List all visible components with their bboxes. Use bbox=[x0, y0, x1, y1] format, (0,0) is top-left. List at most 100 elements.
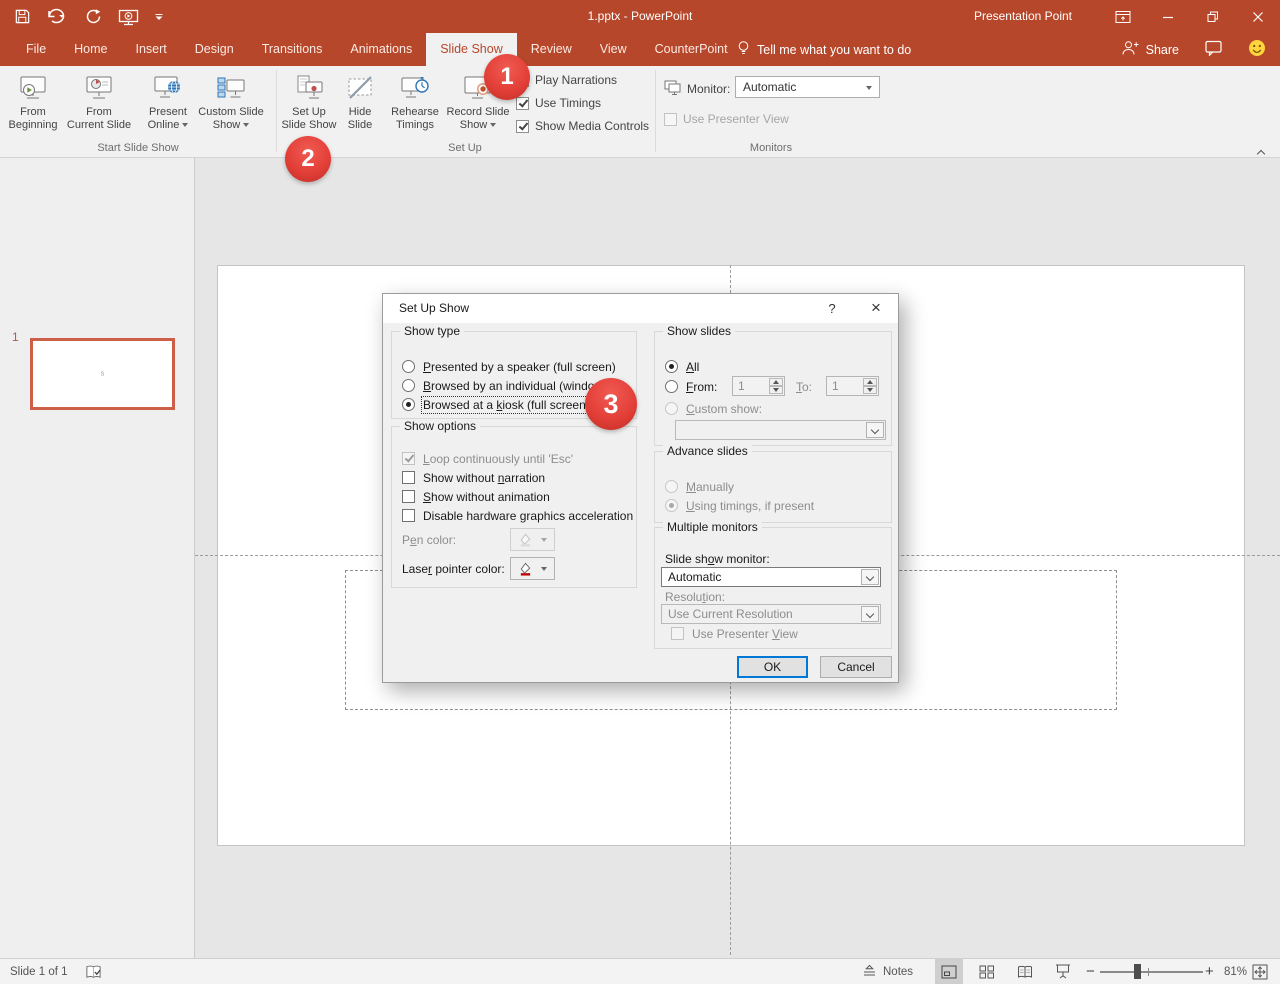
radio-label: Using timings, if present bbox=[686, 499, 814, 513]
restore-icon[interactable] bbox=[1190, 0, 1235, 33]
tab-home[interactable]: Home bbox=[60, 33, 121, 66]
checkbox-icon bbox=[402, 471, 415, 484]
dropdown-value: Use Current Resolution bbox=[668, 607, 793, 621]
tab-review[interactable]: Review bbox=[517, 33, 586, 66]
radio-icon bbox=[665, 402, 678, 415]
notes-label: Notes bbox=[883, 966, 913, 978]
slide-thumbnail[interactable]: s bbox=[30, 338, 175, 410]
present-online-button[interactable]: Present Online bbox=[140, 70, 196, 150]
hide-slide-icon bbox=[339, 70, 381, 106]
play-narrations-checkbox[interactable]: Play Narrations bbox=[516, 72, 617, 88]
zoom-in-button[interactable]: + bbox=[1205, 959, 1214, 984]
show-media-controls-checkbox[interactable]: Show Media Controls bbox=[516, 118, 649, 134]
set-up-show-dialog: Set Up Show ? × Show type Presented by a… bbox=[382, 293, 899, 683]
tab-file[interactable]: File bbox=[12, 33, 60, 66]
tab-transitions[interactable]: Transitions bbox=[248, 33, 337, 66]
share-button[interactable]: Share bbox=[1121, 40, 1179, 59]
radio-from-slides[interactable]: From: bbox=[665, 378, 717, 395]
slide-show-monitor-dropdown[interactable]: Automatic bbox=[661, 567, 881, 587]
save-icon[interactable] bbox=[14, 8, 31, 25]
tab-insert[interactable]: Insert bbox=[122, 33, 181, 66]
use-presenter-view-dialog-checkbox: Use Presenter View bbox=[671, 625, 798, 642]
normal-view-icon bbox=[941, 965, 957, 979]
button-label: Current Slide bbox=[60, 119, 138, 132]
hide-slide-button[interactable]: Hide Slide bbox=[339, 70, 381, 150]
annotation-step-1: 1 bbox=[484, 54, 530, 100]
cancel-button[interactable]: Cancel bbox=[820, 656, 892, 678]
tell-me-box[interactable]: Tell me what you want to do bbox=[737, 33, 911, 66]
radio-label: Browsed at a kiosk (full screen) bbox=[423, 398, 590, 412]
checkbox-label: Disable hardware graphics acceleration bbox=[423, 509, 633, 523]
radio-label: Custom show: bbox=[686, 402, 762, 416]
ok-button[interactable]: OK bbox=[737, 656, 808, 678]
spellcheck-icon[interactable] bbox=[85, 959, 102, 984]
checkbox-label: Use Presenter View bbox=[692, 627, 798, 641]
from-beginning-button[interactable]: From Beginning bbox=[6, 70, 60, 150]
smiley-feedback-icon[interactable] bbox=[1248, 39, 1266, 60]
reading-view-icon bbox=[1017, 965, 1033, 979]
tell-me-label: Tell me what you want to do bbox=[757, 43, 911, 57]
tab-view[interactable]: View bbox=[586, 33, 641, 66]
chevron-down-icon bbox=[871, 426, 879, 434]
group-divider bbox=[655, 70, 656, 152]
custom-slide-show-button[interactable]: Custom Slide Show bbox=[196, 70, 266, 150]
monitor-dropdown[interactable]: Automatic bbox=[735, 76, 880, 98]
button-label: Show bbox=[443, 119, 513, 132]
thumbnail-text: s bbox=[101, 371, 105, 378]
tab-animations[interactable]: Animations bbox=[336, 33, 426, 66]
show-without-narration-checkbox[interactable]: Show without narration bbox=[402, 469, 545, 486]
comments-icon[interactable] bbox=[1205, 40, 1222, 59]
checkbox-box bbox=[516, 97, 529, 110]
fit-slide-to-window-button[interactable] bbox=[1252, 959, 1268, 984]
tab-counterpoint[interactable]: CounterPoint bbox=[641, 33, 742, 66]
dialog-close-icon[interactable]: × bbox=[853, 294, 899, 323]
monitor-icon bbox=[664, 79, 682, 99]
normal-view-button[interactable] bbox=[935, 959, 963, 984]
slide-show-view-button[interactable] bbox=[1049, 959, 1077, 984]
button-label: Custom Slide bbox=[196, 106, 266, 119]
spinner-value: 1 bbox=[738, 379, 745, 393]
from-slide-spinner: 1 bbox=[732, 376, 785, 396]
laser-pointer-color-dropdown[interactable] bbox=[510, 557, 555, 580]
to-slide-spinner: 1 bbox=[826, 376, 879, 396]
redo-icon[interactable] bbox=[85, 8, 103, 25]
minimize-icon[interactable] bbox=[1145, 0, 1190, 33]
use-timings-checkbox[interactable]: Use Timings bbox=[516, 95, 601, 111]
dialog-title-bar[interactable]: Set Up Show ? × bbox=[383, 294, 898, 323]
radio-all-slides[interactable]: All bbox=[665, 358, 699, 375]
reading-view-button[interactable] bbox=[1011, 959, 1039, 984]
radio-browsed-at-kiosk[interactable]: Browsed at a kiosk (full screen) bbox=[402, 396, 590, 413]
dropdown-caret-icon bbox=[182, 123, 188, 127]
undo-icon[interactable] bbox=[46, 8, 70, 25]
close-icon[interactable] bbox=[1235, 0, 1280, 33]
ribbon-display-options-icon[interactable] bbox=[1100, 0, 1145, 33]
from-current-slide-button[interactable]: From Current Slide bbox=[60, 70, 138, 150]
account-name[interactable]: Presentation Point bbox=[974, 0, 1072, 33]
collapse-ribbon-icon[interactable] bbox=[1258, 144, 1264, 162]
spinner-buttons bbox=[769, 378, 783, 394]
radio-label: All bbox=[686, 360, 699, 374]
zoom-out-button[interactable]: − bbox=[1086, 959, 1095, 984]
radio-browsed-by-individual[interactable]: Browsed by an individual (window) bbox=[402, 377, 607, 394]
show-without-animation-checkbox[interactable]: Show without animation bbox=[402, 488, 550, 505]
zoom-slider-thumb[interactable] bbox=[1134, 964, 1141, 979]
dropdown-caret-icon bbox=[490, 123, 496, 127]
notes-toggle[interactable]: Notes bbox=[862, 959, 913, 984]
slide-sorter-icon bbox=[979, 965, 995, 979]
rehearse-timings-button[interactable]: Rehearse Timings bbox=[385, 70, 445, 150]
zoom-percentage[interactable]: 81% bbox=[1224, 959, 1247, 984]
customize-qat-icon[interactable] bbox=[154, 12, 164, 22]
multiple-monitors-group: Multiple monitors Slide show monitor: Au… bbox=[654, 527, 892, 649]
slide-sorter-view-button[interactable] bbox=[973, 959, 1001, 984]
tab-design[interactable]: Design bbox=[181, 33, 248, 66]
button-label: Online bbox=[140, 119, 196, 132]
start-from-beginning-icon[interactable] bbox=[118, 8, 139, 26]
radio-presented-by-speaker[interactable]: Presented by a speaker (full screen) bbox=[402, 358, 616, 375]
show-options-group: Show options Loop continuously until 'Es… bbox=[391, 426, 637, 588]
fit-to-window-icon bbox=[1252, 964, 1268, 980]
window-controls bbox=[1100, 0, 1280, 33]
dialog-help-icon[interactable]: ? bbox=[816, 294, 848, 323]
disable-hardware-acceleration-checkbox[interactable]: Disable hardware graphics acceleration bbox=[402, 507, 633, 524]
rehearse-timings-icon bbox=[385, 70, 445, 106]
zoom-slider-track[interactable] bbox=[1100, 971, 1203, 973]
